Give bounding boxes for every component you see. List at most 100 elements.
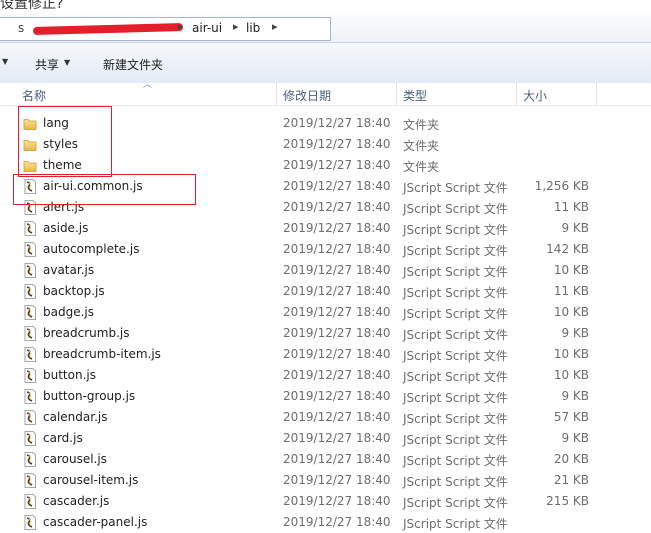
file-row[interactable]: cascader-panel.js 2019/12/27 18:40 JScript… [0, 512, 651, 533]
breadcrumb-separator-icon[interactable]: ▸ [233, 20, 239, 33]
file-name: card.js [43, 431, 83, 445]
file-name: lang [43, 116, 69, 130]
column-header-name[interactable]: 名称 [22, 87, 46, 104]
jscript-file-icon [23, 179, 37, 194]
file-type: JScript Script 文件 [403, 496, 508, 510]
column-header-row: ︿ 名称 修改日期 类型 大小 [0, 80, 651, 106]
file-date: 2019/12/27 18:40 [283, 263, 391, 277]
file-row[interactable]: card.js 2019/12/27 18:40 JScript Script 文件… [0, 428, 651, 449]
jscript-file-icon [23, 494, 37, 509]
breadcrumb-item-lib[interactable]: lib [246, 21, 260, 35]
jscript-file-icon [23, 263, 37, 278]
address-bar: s ▸ air-ui ▸ lib ▸ [0, 14, 651, 43]
file-row[interactable]: backtop.js 2019/12/27 18:40 JScript Script… [0, 281, 651, 302]
file-size: 10 KB [553, 368, 589, 382]
file-date: 2019/12/27 18:40 [283, 431, 391, 445]
file-name: theme [43, 158, 82, 172]
jscript-file-icon [23, 221, 37, 236]
file-type: JScript Script 文件 [403, 454, 508, 468]
file-row[interactable]: avatar.js 2019/12/27 18:40 JScript Script … [0, 260, 651, 281]
file-type: JScript Script 文件 [403, 244, 508, 258]
share-button[interactable]: 共享 [35, 56, 59, 73]
folder-row[interactable]: lang 2019/12/27 18:40 文件夹 [0, 113, 651, 134]
file-name: button.js [43, 368, 96, 382]
file-type: JScript Script 文件 [403, 349, 508, 363]
jscript-file-icon [23, 200, 37, 215]
breadcrumb-item-air-ui[interactable]: air-ui [192, 21, 222, 35]
column-divider[interactable] [396, 83, 397, 105]
file-type: JScript Script 文件 [403, 517, 508, 531]
file-type: JScript Script 文件 [403, 202, 508, 216]
command-toolbar: ▼ 共享 ▼ 新建文件夹 [0, 43, 651, 84]
jscript-file-icon [23, 431, 37, 446]
file-row[interactable]: badge.js 2019/12/27 18:40 JScript Script 文… [0, 302, 651, 323]
file-row[interactable]: carousel.js 2019/12/27 18:40 JScript Scrip… [0, 449, 651, 470]
column-header-date[interactable]: 修改日期 [283, 87, 331, 104]
file-date: 2019/12/27 18:40 [283, 452, 391, 466]
file-type: 文件夹 [403, 139, 440, 153]
file-type: JScript Script 文件 [403, 223, 508, 237]
column-divider[interactable] [596, 83, 597, 105]
file-date: 2019/12/27 18:40 [283, 200, 391, 214]
file-name: carousel-item.js [43, 473, 139, 487]
folder-row[interactable]: styles 2019/12/27 18:40 文件夹 [0, 134, 651, 155]
cropped-caption: 设置修正? [0, 0, 651, 14]
file-date: 2019/12/27 18:40 [283, 284, 391, 298]
breadcrumb[interactable]: s ▸ air-ui ▸ lib ▸ [0, 17, 331, 41]
jscript-file-icon [23, 284, 37, 299]
file-date: 2019/12/27 18:40 [283, 326, 391, 340]
file-row[interactable]: calendar.js 2019/12/27 18:40 JScript Scrip… [0, 407, 651, 428]
new-folder-button[interactable]: 新建文件夹 [103, 56, 163, 73]
folder-icon [23, 158, 37, 173]
cropped-caption-text: 设置修正? [0, 0, 64, 12]
file-row[interactable]: breadcrumb-item.js 2019/12/27 18:40 JScrip… [0, 344, 651, 365]
file-type: 文件夹 [403, 118, 440, 132]
file-type: 文件夹 [403, 160, 440, 174]
breadcrumb-separator-icon[interactable]: ▸ [272, 20, 278, 33]
folder-row[interactable]: theme 2019/12/27 18:40 文件夹 [0, 155, 651, 176]
breadcrumb-separator-icon[interactable]: ▸ [178, 20, 184, 33]
file-name: styles [43, 137, 79, 151]
file-name: alert.js [43, 200, 85, 214]
file-size: 10 KB [553, 305, 589, 319]
folder-icon [23, 137, 37, 152]
file-row[interactable]: autocomplete.js 2019/12/27 18:40 JScript S… [0, 239, 651, 260]
file-row[interactable]: breadcrumb.js 2019/12/27 18:40 JScript Scr… [0, 323, 651, 344]
file-date: 2019/12/27 18:40 [283, 158, 391, 172]
jscript-file-icon [23, 242, 37, 257]
file-row[interactable]: alert.js 2019/12/27 18:40 JScript Script 文… [0, 197, 651, 218]
column-divider[interactable] [516, 83, 517, 105]
file-type: JScript Script 文件 [403, 328, 508, 342]
file-row[interactable]: air-ui.common.js 2019/12/27 18:40 JScript … [0, 176, 651, 197]
file-size: 215 KB [546, 494, 589, 508]
file-name: calendar.js [43, 410, 108, 424]
file-date: 2019/12/27 18:40 [283, 347, 391, 361]
file-name: badge.js [43, 305, 94, 319]
file-date: 2019/12/27 18:40 [283, 515, 391, 529]
file-row[interactable]: cascader.js 2019/12/27 18:40 JScript Scrip… [0, 491, 651, 512]
file-name: air-ui.common.js [43, 179, 143, 193]
file-date: 2019/12/27 18:40 [283, 137, 391, 151]
column-header-type[interactable]: 类型 [403, 87, 427, 104]
file-type: JScript Script 文件 [403, 370, 508, 384]
file-row[interactable]: carousel-item.js 2019/12/27 18:40 JScript … [0, 470, 651, 491]
column-divider[interactable] [276, 83, 277, 105]
file-row[interactable]: button-group.js 2019/12/27 18:40 JScript S… [0, 386, 651, 407]
file-name: breadcrumb-item.js [43, 347, 161, 361]
file-size: 11 KB [553, 200, 589, 214]
file-size: 21 KB [553, 473, 589, 487]
file-row[interactable]: button.js 2019/12/27 18:40 JScript Script … [0, 365, 651, 386]
share-chevron-down-icon[interactable]: ▼ [64, 58, 70, 67]
file-size: 142 KB [546, 242, 589, 256]
file-size: 57 KB [553, 410, 589, 424]
file-type: JScript Script 文件 [403, 475, 508, 489]
jscript-file-icon [23, 347, 37, 362]
jscript-file-icon [23, 389, 37, 404]
organize-caret-icon[interactable]: ▼ [2, 57, 8, 66]
jscript-file-icon [23, 326, 37, 341]
column-header-size[interactable]: 大小 [523, 87, 547, 104]
file-date: 2019/12/27 18:40 [283, 473, 391, 487]
file-type: JScript Script 文件 [403, 307, 508, 321]
file-row[interactable]: aside.js 2019/12/27 18:40 JScript Script 文… [0, 218, 651, 239]
file-name: aside.js [43, 221, 89, 235]
